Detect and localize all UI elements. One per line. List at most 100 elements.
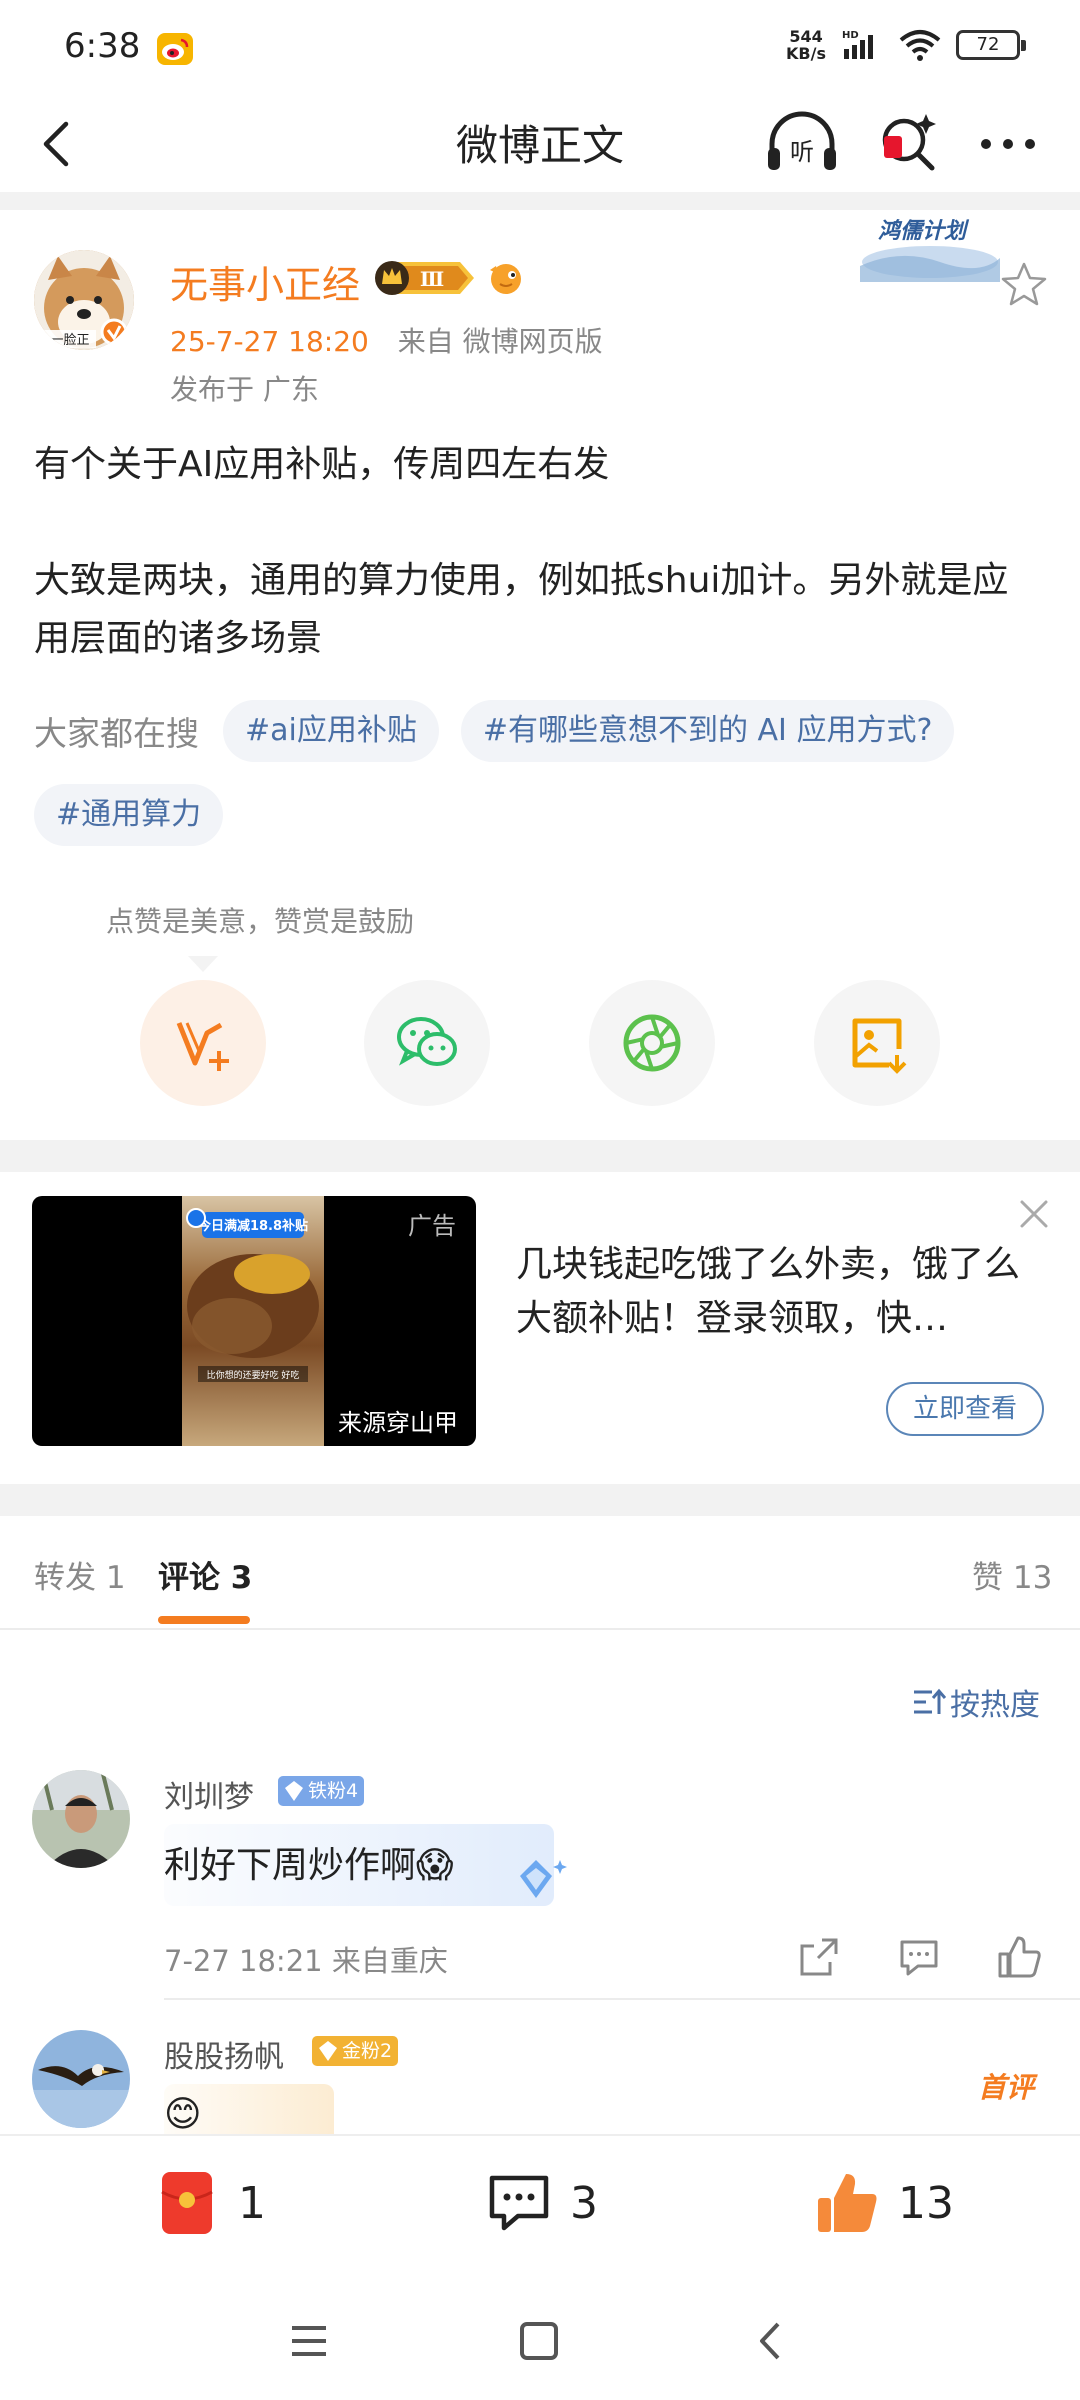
commenter-name[interactable]: 刘圳梦 <box>164 1772 254 1816</box>
ad-tag: 广告 <box>408 1212 456 1240</box>
fan-level-badge: 铁粉4 <box>278 1776 365 1806</box>
campaign-badge-image: 鸿儒计划 <box>860 218 1000 282</box>
comment-text: 利好下周炒作啊😱 <box>164 1845 454 1886</box>
topic-chip[interactable]: #ai应用补贴 <box>223 700 439 762</box>
favorite-star-icon[interactable] <box>1000 260 1048 308</box>
post-meta: 25-7-27 18:20 来自 微博网页版 <box>170 320 603 360</box>
status-indicators: 544 KB/s HD 72 <box>786 27 1026 63</box>
tab-comment[interactable]: 评论 3 <box>158 1552 252 1597</box>
reply-comment-icon[interactable] <box>896 1934 942 1980</box>
first-comment-badge: 首评 <box>978 2071 1035 2104</box>
ad-card[interactable]: 今日满减18.8补贴 比你想的还要好吃 好吃 广告 来源穿山甲 几块钱起吃饿了么… <box>0 1172 1080 1484</box>
commenter-avatar[interactable] <box>32 1770 130 1868</box>
post-paragraph: 有个关于AI应用补贴，传周四左右发 <box>34 444 610 485</box>
share-comment-icon[interactable] <box>796 1934 842 1980</box>
interaction-tabs: 转发 1 评论 3 赞 13 <box>0 1516 1080 1630</box>
red-packet-icon <box>161 2172 213 2234</box>
reward-red-packet-button[interactable]: 1 <box>154 2170 266 2236</box>
home-icon[interactable] <box>516 2318 562 2364</box>
weibo-notification-icon <box>157 33 193 65</box>
svg-text:HD: HD <box>842 30 859 41</box>
trending-label: 大家都在搜 <box>34 714 199 753</box>
comment-meta: 7-27 18:21 来自重庆 <box>164 1944 448 1978</box>
ai-search-icon[interactable] <box>876 110 942 176</box>
tip-pointer <box>188 956 218 972</box>
more-options-icon[interactable] <box>974 118 1042 170</box>
thumbs-up-icon <box>818 2174 877 2232</box>
author-name[interactable]: 无事小正经 <box>170 254 360 309</box>
sort-label: 按热度 <box>950 1688 1040 1723</box>
post-source: 来自 微博网页版 <box>397 325 603 358</box>
comment-bubble-icon <box>489 2175 549 2231</box>
like-comment-icon[interactable] <box>996 1934 1042 1980</box>
author-avatar[interactable]: 一脸正 <box>34 250 134 350</box>
bottom-action-bar: 1 3 13 <box>0 2134 1080 2280</box>
post-location: 发布于 广东 <box>170 373 319 406</box>
svg-text:鸿儒计划: 鸿儒计划 <box>878 218 970 244</box>
commenter-avatar[interactable] <box>32 2030 130 2128</box>
menu-icon[interactable] <box>286 2318 332 2364</box>
reward-v-plus-icon <box>176 1022 229 1071</box>
svg-text:听: 听 <box>790 138 814 166</box>
reward-button[interactable] <box>140 980 266 1106</box>
divider <box>0 1628 1080 1630</box>
fan-level-badge: 金粉2 <box>312 2036 399 2066</box>
post-body: 有个关于AI应用补贴，传周四左右发 大致是两块，通用的算力使用，例如抵shui加… <box>34 436 1044 668</box>
post-paragraph-blank <box>34 494 1044 552</box>
sort-by-hot-button[interactable]: 按热度 <box>912 1680 1040 1724</box>
network-speed: 544 KB/s <box>786 27 826 63</box>
trending-searches: 大家都在搜 #ai应用补贴 #有哪些意想不到的 AI 应用方式? #通用算力 <box>34 700 1054 846</box>
commenter-name[interactable]: 股股扬帆 <box>164 2032 284 2076</box>
topic-chip[interactable]: #通用算力 <box>34 784 224 846</box>
battery-indicator: 72 <box>956 30 1026 60</box>
post-card: 一脸正 无事小正经 Ⅲ 鸿儒计划 25-7-27 18:20 来自 微博网页版 … <box>0 210 1080 1140</box>
crown-level-badge-icon[interactable]: Ⅲ <box>374 258 478 298</box>
diamond-icon <box>319 2041 337 2061</box>
comment-divider <box>164 1998 1080 2000</box>
comment-count: 3 <box>570 2177 598 2229</box>
back-icon[interactable] <box>748 2318 794 2364</box>
post-paragraph: 大致是两块，通用的算力使用，例如抵shui加计。另外就是应用层面的诸多场景 <box>34 560 1009 659</box>
separator <box>0 192 1080 210</box>
shiba-avatar-image: 一脸正 <box>34 250 134 350</box>
tab-repost[interactable]: 转发 1 <box>34 1552 126 1597</box>
like-button[interactable]: 13 <box>814 2170 954 2236</box>
fish-badge-icon <box>490 264 521 294</box>
commenter-avatar-image <box>32 1770 130 1868</box>
status-time: 6:38 <box>64 26 141 66</box>
close-icon[interactable] <box>1016 1196 1052 1232</box>
ad-video-thumbnail[interactable]: 今日满减18.8补贴 比你想的还要好吃 好吃 广告 来源穿山甲 <box>32 1196 476 1446</box>
save-image-button[interactable] <box>814 980 940 1106</box>
topic-chip[interactable]: #有哪些意想不到的 AI 应用方式? <box>460 700 955 762</box>
sort-icon <box>914 1688 946 1714</box>
comment-button[interactable]: 3 <box>486 2170 598 2236</box>
ad-food-image: 今日满减18.8补贴 比你想的还要好吃 好吃 <box>182 1196 324 1446</box>
svg-text:比你想的还要好吃 好吃: 比你想的还要好吃 好吃 <box>207 1369 300 1381</box>
comment-item: 股股扬帆 金粉2 首评 😊 <box>0 2030 1080 2134</box>
comment-text: 😊 <box>164 2094 202 2134</box>
active-tab-indicator <box>158 1616 250 1624</box>
tab-like[interactable]: 赞 13 <box>972 1552 1052 1597</box>
like-count: 13 <box>898 2177 954 2229</box>
wechat-icon <box>397 1017 457 1066</box>
reward-count: 1 <box>238 2177 266 2229</box>
system-navigation-bar <box>0 2280 1080 2400</box>
ad-source: 来源穿山甲 <box>338 1409 458 1437</box>
comment-item: 刘圳梦 铁粉4 利好下周炒作啊😱 7-27 18:21 来自重庆 <box>0 1770 1080 2000</box>
separator <box>0 1484 1080 1516</box>
ad-view-button[interactable]: 立即查看 <box>886 1382 1044 1436</box>
moments-aperture-icon <box>623 1014 681 1072</box>
ad-food-graphic: 今日满减18.8补贴 比你想的还要好吃 好吃 <box>186 1208 319 1382</box>
listen-headphone-icon[interactable]: 听 <box>764 110 840 176</box>
save-image-icon <box>852 1018 907 1074</box>
top-nav-bar: 微博正文 听 <box>0 96 1080 192</box>
separator <box>0 1140 1080 1172</box>
svg-text:Ⅲ: Ⅲ <box>420 267 444 291</box>
signal-icon: HD <box>842 30 873 59</box>
diamond-icon <box>285 1781 303 1801</box>
ad-title[interactable]: 几块钱起吃饿了么外卖，饿了么大额补贴！登录领取，快… <box>516 1238 1036 1346</box>
post-time: 25-7-27 18:20 <box>170 325 369 358</box>
share-wechat-button[interactable] <box>364 980 490 1106</box>
svg-text:今日满减18.8补贴: 今日满减18.8补贴 <box>197 1218 308 1234</box>
share-moments-button[interactable] <box>589 980 715 1106</box>
